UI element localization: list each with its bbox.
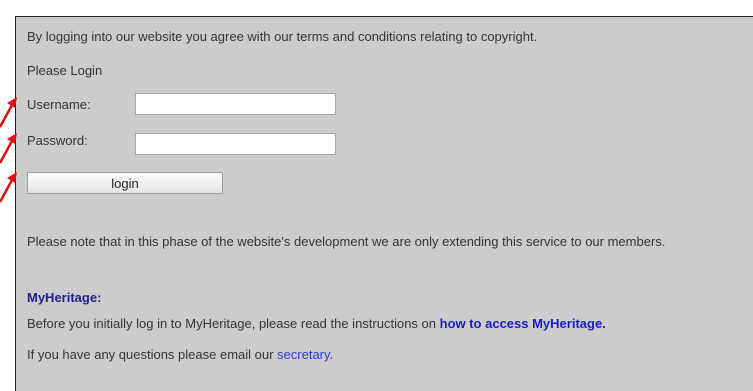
login-prompt: Please Login	[27, 63, 103, 78]
contact-period: .	[329, 347, 334, 362]
red-arrow-icon	[0, 172, 17, 203]
how-to-access-myheritage-link[interactable]: how to access MyHeritage.	[440, 316, 606, 331]
instructions-text: Before you initially log in to MyHeritag…	[27, 316, 440, 331]
contact-line: If you have any questions please email o…	[27, 347, 333, 363]
username-input[interactable]	[135, 93, 336, 115]
secretary-link[interactable]: secretary	[277, 347, 330, 362]
login-button[interactable]: login	[27, 172, 223, 194]
password-label: Password:	[27, 133, 88, 148]
contact-text: If you have any questions please email o…	[27, 347, 278, 362]
terms-notice: By logging into our website you agree wi…	[27, 29, 538, 44]
login-panel: By logging into our website you agree wi…	[15, 16, 753, 391]
red-arrow-icon	[0, 133, 17, 164]
myheritage-heading: MyHeritage:	[27, 290, 102, 305]
red-arrow-icon	[0, 97, 17, 128]
members-note: Please note that in this phase of the we…	[27, 234, 666, 249]
username-label: Username:	[27, 97, 91, 112]
password-input[interactable]	[135, 133, 336, 155]
instructions-line: Before you initially log in to MyHeritag…	[27, 316, 606, 332]
